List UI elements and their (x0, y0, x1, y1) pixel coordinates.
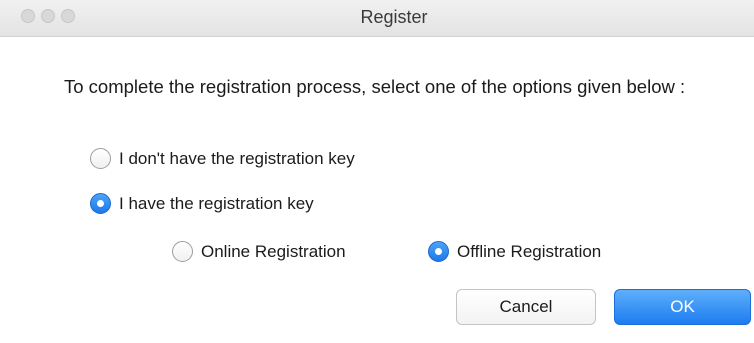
ok-button[interactable]: OK (614, 289, 751, 325)
instruction-text: To complete the registration process, se… (64, 76, 686, 97)
radio-offline-registration[interactable]: Offline Registration (428, 241, 601, 262)
radio-label: Online Registration (201, 241, 346, 261)
radio-online-registration[interactable]: Online Registration (172, 241, 346, 262)
radio-no-registration-key[interactable]: I don't have the registration key (90, 148, 355, 169)
radio-have-registration-key[interactable]: I have the registration key (90, 193, 314, 214)
radio-button-unselected[interactable] (172, 241, 193, 262)
title-bar[interactable]: Register (0, 0, 754, 37)
radio-button-selected[interactable] (428, 241, 449, 262)
window-title: Register (360, 7, 428, 27)
radio-button-selected[interactable] (90, 193, 111, 214)
radio-label: I don't have the registration key (119, 148, 355, 168)
radio-button-unselected[interactable] (90, 148, 111, 169)
radio-label: Offline Registration (457, 241, 602, 261)
cancel-button[interactable]: Cancel (456, 289, 596, 325)
radio-label: I have the registration key (119, 193, 314, 213)
register-dialog: Register To complete the registration pr… (0, 0, 754, 343)
